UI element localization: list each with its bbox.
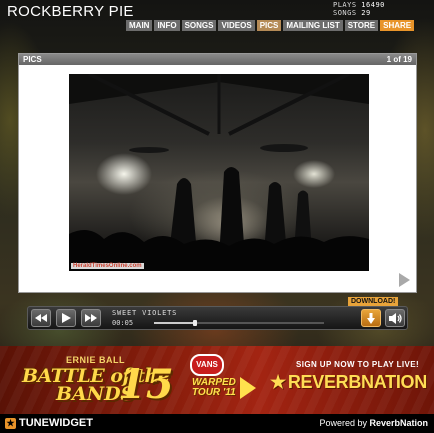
tunewidget-icon[interactable]: ★ <box>5 418 16 429</box>
track-title: SWEET VIOLETS <box>112 309 178 317</box>
fast-forward-icon <box>85 314 97 322</box>
tab-videos[interactable]: VIDEOS <box>218 20 255 31</box>
download-button[interactable] <box>361 309 381 327</box>
arrow-icon <box>240 377 256 399</box>
pics-panel-header: PICS 1 of 19 <box>19 54 416 65</box>
star-icon: ★ <box>270 372 286 392</box>
tab-store[interactable]: STORE <box>344 20 379 31</box>
rewind-icon <box>35 314 47 322</box>
progress-bar[interactable] <box>154 320 324 326</box>
tab-info[interactable]: INFO <box>154 20 180 31</box>
ceiling-fan <box>129 147 169 153</box>
next-arrow-icon[interactable] <box>399 273 410 287</box>
edition-number: 15 <box>118 361 174 408</box>
volume-button[interactable] <box>385 309 405 327</box>
battle-of-bands-banner[interactable]: ERNIE BALL BATTLE of the BANDS 15 VANS W… <box>0 346 434 414</box>
rewind-button[interactable] <box>31 309 51 327</box>
track-time: 00:05 <box>112 319 134 327</box>
stats-box: PLAYS 16490 SONGS 29 <box>333 1 385 17</box>
widget-footer: ★ TUNEWIDGET Powered by ReverbNation <box>0 414 434 433</box>
concert-scene <box>69 74 369 271</box>
reverbnation-logo: ★ REVERBNATION <box>270 372 427 393</box>
tab-share[interactable]: SHARE <box>380 20 415 31</box>
progress-knob[interactable] <box>192 320 197 326</box>
powered-prefix: Powered by <box>319 418 367 428</box>
band-photo[interactable]: HeraldTimesOnline.com <box>69 74 369 271</box>
download-badge[interactable]: DOWNLOAD! <box>348 297 399 306</box>
tunewidget-label[interactable]: TUNEWIDGET <box>19 417 93 429</box>
powered-brand: ReverbNation <box>369 418 428 428</box>
plays-value: 16490 <box>361 1 385 9</box>
ernie-ball-logo: ERNIE BALL <box>66 355 125 365</box>
plays-label: PLAYS <box>333 1 357 9</box>
progress-fill <box>154 322 195 324</box>
nav-tabs: MAIN INFO SONGS VIDEOS PICS MAILING LIST… <box>126 20 415 31</box>
artist-title: ROCKBERRY PIE <box>7 3 134 20</box>
warped-tour-logo: WARPED TOUR '11 <box>192 378 236 398</box>
photo-counter: 1 of 19 <box>386 55 412 64</box>
fast-forward-button[interactable] <box>81 309 101 327</box>
tab-main[interactable]: MAIN <box>126 20 153 31</box>
tab-mailing-list[interactable]: MAILING LIST <box>283 20 343 31</box>
tab-pics[interactable]: PICS <box>256 20 282 31</box>
powered-by[interactable]: Powered by ReverbNation <box>319 418 428 428</box>
ceiling-fan <box>260 144 308 152</box>
audio-player: SWEET VIOLETS 00:05 <box>27 306 408 330</box>
vans-logo: VANS <box>190 354 224 376</box>
warped-tour-year: TOUR '11 <box>192 387 236 398</box>
songs-value: 29 <box>361 9 371 17</box>
play-icon <box>61 313 71 323</box>
reverbnation-text: REVERBNATION <box>287 372 427 392</box>
signup-text: SIGN UP NOW TO PLAY LIVE! <box>296 360 420 369</box>
volume-icon <box>388 312 402 324</box>
play-button[interactable] <box>56 309 76 327</box>
photo-watermark: HeraldTimesOnline.com <box>71 263 144 269</box>
songs-label: SONGS <box>333 9 357 17</box>
pics-panel: PICS 1 of 19 HeraldTimesOnline.com <box>18 53 417 293</box>
tab-songs[interactable]: SONGS <box>181 20 217 31</box>
pics-panel-title: PICS <box>23 55 42 64</box>
download-arrow-icon <box>367 312 375 324</box>
